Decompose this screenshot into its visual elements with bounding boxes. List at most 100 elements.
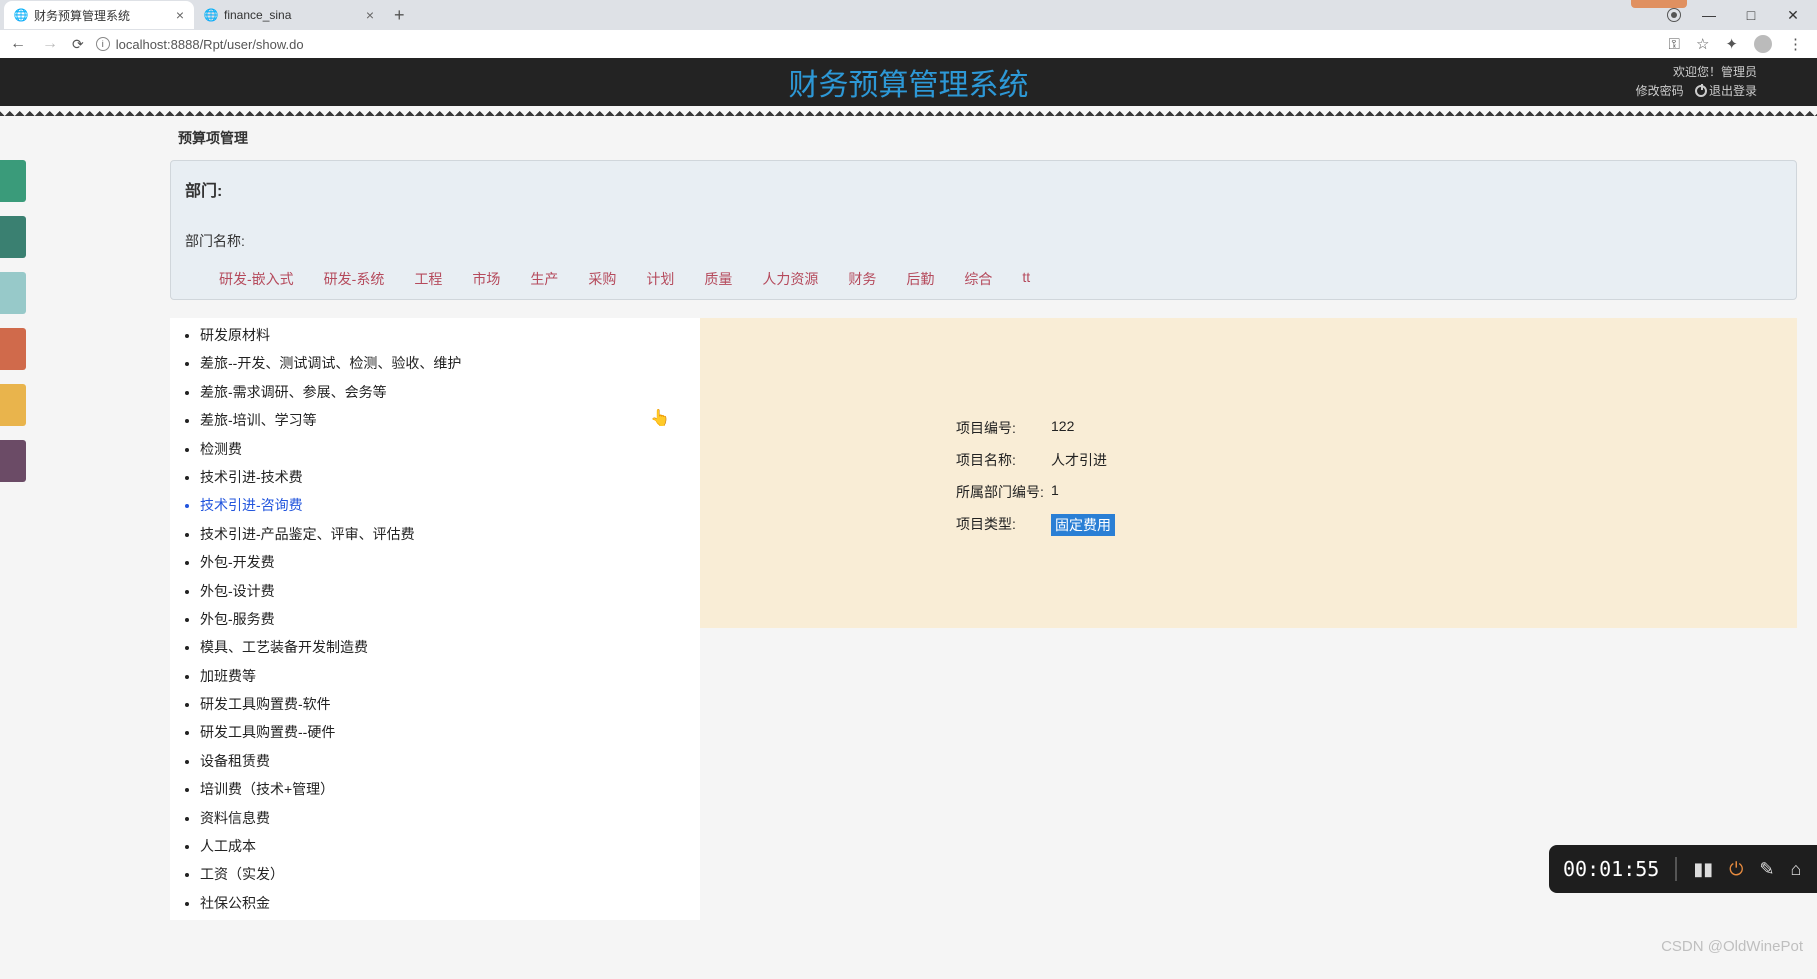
key-icon[interactable]: ⚿ (1669, 36, 1680, 53)
dept-tab[interactable]: 研发-系统 (324, 269, 385, 289)
globe-icon: 🌐 (14, 8, 28, 22)
dept-tab[interactable]: 综合 (964, 269, 992, 289)
detail-label: 所属部门编号: (956, 482, 1051, 502)
list-item[interactable]: 人工成本 (200, 835, 700, 857)
app-header: 财务预算管理系统 欢迎您！管理员 修改密码 退出登录 (0, 58, 1817, 106)
dept-tab[interactable]: tt (1022, 269, 1030, 289)
close-window-button[interactable]: ✕ (1779, 7, 1807, 24)
list-item[interactable]: 研发工具购置费--硬件 (200, 721, 700, 743)
list-item[interactable]: 技术引进-咨询费 (200, 494, 700, 516)
department-panel: 部门: 部门名称: 研发-嵌入式 研发-系统 工程 市场 生产 采购 计划 质量 人力资源 财务 后… (170, 160, 1797, 300)
list-item[interactable]: 技术引进-产品鉴定、评审、评估费 (200, 523, 700, 545)
tab-title: finance_sina (224, 8, 291, 22)
side-color-tab[interactable] (0, 384, 26, 426)
extensions-icon[interactable]: ✦ (1725, 35, 1738, 53)
list-item[interactable]: 检测费 (200, 438, 700, 460)
header-user-area: 欢迎您！管理员 修改密码 退出登录 (1628, 63, 1817, 101)
dept-tab[interactable]: 市场 (472, 269, 500, 289)
side-color-tab[interactable] (0, 216, 26, 258)
dept-tab[interactable]: 质量 (704, 269, 732, 289)
close-tab-icon[interactable]: × (176, 7, 184, 23)
address-bar[interactable]: i localhost:8888/Rpt/user/show.do (96, 37, 1657, 52)
detail-row: 项目编号:122 (956, 418, 1797, 438)
welcome-text: 欢迎您！管理员 (1628, 63, 1757, 82)
decoration-badge (1631, 0, 1687, 8)
dept-tab[interactable]: 生产 (530, 269, 558, 289)
browser-tab[interactable]: 🌐 财务预算管理系统 × (4, 1, 194, 29)
dept-section-label: 部门: (185, 177, 1782, 201)
new-tab-button[interactable]: + (384, 5, 415, 26)
detail-row: 项目类型:固定费用 (956, 514, 1797, 536)
side-color-tab[interactable] (0, 160, 26, 202)
side-color-tabs (0, 160, 26, 496)
app-title: 财务预算管理系统 (789, 60, 1029, 104)
watermark: CSDN @OldWinePot (1661, 938, 1803, 955)
url-text: localhost:8888/Rpt/user/show.do (116, 37, 304, 52)
address-bar-row: ← → ⟳ i localhost:8888/Rpt/user/show.do … (0, 30, 1817, 58)
side-color-tab[interactable] (0, 440, 26, 482)
budget-item-list: 研发原材料差旅--开发、测试调试、检测、验收、维护差旅-需求调研、参展、会务等差… (170, 318, 700, 920)
reload-button[interactable]: ⟳ (72, 36, 84, 53)
nav-back-button[interactable]: ← (8, 35, 28, 53)
list-item[interactable]: 加班费等 (200, 665, 700, 687)
page-title: 预算项管理 (170, 116, 1797, 160)
list-item[interactable]: 模具、工艺装备开发制造费 (200, 636, 700, 658)
detail-value: 人才引进 (1051, 450, 1107, 470)
close-tab-icon[interactable]: × (366, 7, 374, 23)
dept-tab[interactable]: 人力资源 (762, 269, 818, 289)
list-item[interactable]: 外包-服务费 (200, 608, 700, 630)
side-color-tab[interactable] (0, 272, 26, 314)
side-color-tab[interactable] (0, 328, 26, 370)
detail-label: 项目名称: (956, 450, 1051, 470)
power-icon (1695, 85, 1707, 97)
dept-name-label: 部门名称: (185, 231, 1782, 251)
site-info-icon[interactable]: i (96, 37, 110, 51)
list-item[interactable]: 技术引进-技术费 (200, 466, 700, 488)
list-item[interactable]: 社保公积金 (200, 892, 700, 914)
home-button[interactable]: ⌂ (1790, 859, 1801, 880)
list-item[interactable]: 培训费（技术+管理） (200, 778, 700, 800)
detail-value: 固定费用 (1051, 514, 1115, 536)
list-item[interactable]: 差旅-培训、学习等 (200, 409, 700, 431)
dept-tab[interactable]: 计划 (646, 269, 674, 289)
stop-button[interactable]: ⏻ (1729, 859, 1743, 880)
list-item[interactable]: 外包-设计费 (200, 580, 700, 602)
detail-value: 1 (1051, 482, 1059, 502)
dept-tab[interactable]: 财务 (848, 269, 876, 289)
minimize-button[interactable]: — (1695, 7, 1723, 23)
list-item[interactable]: 外包-开发费 (200, 551, 700, 573)
list-item[interactable]: 工资（实发） (200, 863, 700, 885)
maximize-button[interactable]: □ (1737, 7, 1765, 23)
department-tabs: 研发-嵌入式 研发-系统 工程 市场 生产 采购 计划 质量 人力资源 财务 后勤 综合 tt (185, 269, 1782, 289)
globe-icon: 🌐 (204, 8, 218, 22)
screen-recorder-bar: 00:01:55 ▮▮ ⏻ ✎ ⌂ (1549, 845, 1817, 893)
item-detail-panel: 项目编号:122项目名称:人才引进所属部门编号:1项目类型:固定费用 (700, 318, 1797, 628)
dept-tab[interactable]: 研发-嵌入式 (219, 269, 294, 289)
list-item[interactable]: 差旅-需求调研、参展、会务等 (200, 381, 700, 403)
tab-title: 财务预算管理系统 (34, 7, 130, 24)
list-item[interactable]: 差旅--开发、测试调试、检测、验收、维护 (200, 352, 700, 374)
list-item[interactable]: 设备租赁费 (200, 750, 700, 772)
list-item[interactable]: 研发原材料 (200, 324, 700, 346)
account-circle-icon[interactable] (1667, 8, 1681, 22)
dept-tab[interactable]: 工程 (414, 269, 442, 289)
detail-row: 项目名称:人才引进 (956, 450, 1797, 470)
list-item[interactable]: 研发工具购置费-软件 (200, 693, 700, 715)
edit-button[interactable]: ✎ (1759, 859, 1774, 880)
logout-link[interactable]: 退出登录 (1695, 84, 1757, 98)
dept-tab[interactable]: 后勤 (906, 269, 934, 289)
tab-strip: 🌐 财务预算管理系统 × 🌐 finance_sina × + — □ ✕ (0, 0, 1817, 30)
kebab-menu-icon[interactable]: ⋮ (1788, 35, 1803, 53)
browser-tab[interactable]: 🌐 finance_sina × (194, 1, 384, 29)
bookmark-star-icon[interactable]: ☆ (1696, 35, 1709, 53)
change-password-link[interactable]: 修改密码 (1636, 84, 1684, 98)
list-item[interactable]: 资料信息费 (200, 807, 700, 829)
dept-tab[interactable]: 采购 (588, 269, 616, 289)
pause-button[interactable]: ▮▮ (1693, 859, 1713, 880)
browser-chrome: 🌐 财务预算管理系统 × 🌐 finance_sina × + — □ ✕ ← → ⟳ i… (0, 0, 1817, 58)
profile-avatar-icon[interactable] (1754, 35, 1772, 53)
detail-label: 项目类型: (956, 514, 1051, 536)
detail-value: 122 (1051, 418, 1074, 438)
separator (1675, 857, 1677, 881)
nav-forward-button[interactable]: → (40, 35, 60, 53)
